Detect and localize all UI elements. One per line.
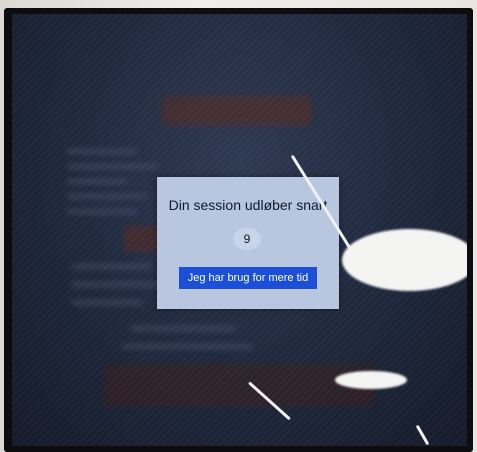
background-text-line	[72, 300, 142, 305]
background-footer-bar	[104, 364, 374, 406]
background-text-line	[72, 264, 152, 269]
kiosk-screen: · · · · Din session udløber snart 9 Jeg …	[12, 14, 467, 446]
background-text-line	[130, 326, 235, 331]
background-header-bar	[162, 96, 312, 126]
monitor-frame: · · · · Din session udløber snart 9 Jeg …	[0, 0, 477, 452]
light-glare-reflection	[342, 229, 467, 291]
session-timeout-dialog: Din session udløber snart 9 Jeg har brug…	[157, 177, 339, 309]
background-text-line	[67, 194, 147, 199]
glare-streak	[415, 424, 430, 446]
countdown-timer: 9	[233, 228, 261, 250]
background-text-line	[67, 209, 137, 214]
background-page-title-blurred: · · · ·	[147, 64, 196, 81]
background-text-line	[122, 344, 252, 349]
background-text-line	[67, 164, 157, 169]
background-text-line	[67, 179, 127, 184]
more-time-button[interactable]: Jeg har brug for mere tid	[179, 267, 317, 289]
dialog-title: Din session udløber snart	[168, 197, 328, 213]
light-glare-reflection	[335, 371, 407, 389]
background-text-line	[67, 149, 137, 154]
